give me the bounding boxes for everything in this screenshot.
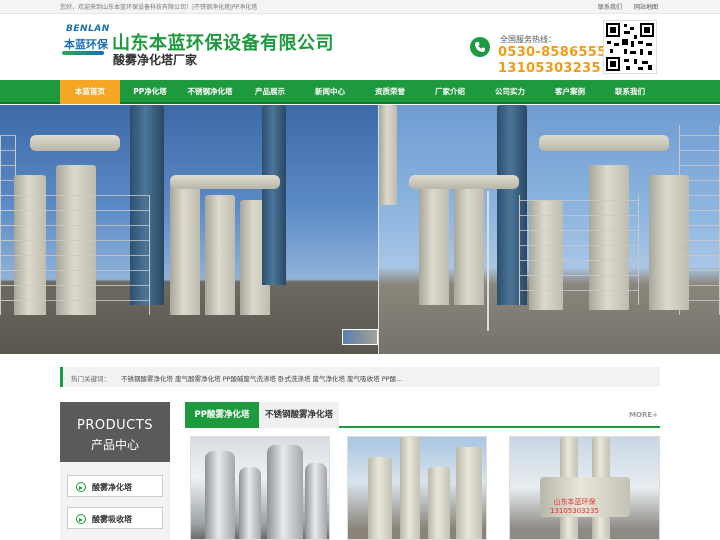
phone-icon (470, 37, 490, 57)
tab-pp-acid-tower[interactable]: PP酸雾净化塔 (185, 402, 259, 428)
product-image-1[interactable] (190, 436, 330, 540)
nav-item-products[interactable]: 产品展示 (240, 80, 300, 104)
sidebar-title-cn: 产品中心 (90, 438, 139, 452)
banner-image-left (0, 105, 378, 354)
products-sidebar-header: PRODUCTS 产品中心 (60, 402, 170, 462)
nav-item-home[interactable]: 本蓝首页 (60, 80, 120, 104)
hot-keywords-label: 热门关键词： (71, 375, 110, 383)
nav-item-about[interactable]: 厂家介绍 (420, 80, 480, 104)
nav-item-strength[interactable]: 公司实力 (480, 80, 540, 104)
nav-item-steel-tower[interactable]: 不锈钢净化塔 (180, 80, 240, 104)
sidebar-item-label: 酸雾吸收塔 (92, 515, 132, 524)
image-watermark: 山东本蓝环保 13105303235 (550, 498, 599, 515)
product-tabs: PP酸雾净化塔 不锈钢酸雾净化塔 MORE+ (185, 402, 660, 428)
banner-slide-indicator[interactable] (342, 329, 378, 345)
circle-arrow-icon (76, 482, 86, 492)
company-subtitle: 酸雾净化塔厂家 (113, 53, 198, 67)
sidebar-title-en: PRODUCTS (77, 418, 153, 433)
nav-item-honors[interactable]: 资质荣誉 (360, 80, 420, 104)
top-links: 联系我们 网站地图 (588, 2, 658, 11)
more-link[interactable]: MORE+ (629, 411, 658, 419)
qr-code-icon (603, 20, 657, 74)
top-link-sitemap[interactable]: 网站地图 (634, 4, 658, 11)
top-link-contact[interactable]: 联系我们 (598, 4, 622, 11)
product-image-2[interactable] (347, 436, 487, 540)
nav-item-contact[interactable]: 联系我们 (600, 80, 660, 104)
products-sidebar: 酸雾净化塔 酸雾吸收塔 (60, 462, 170, 540)
sidebar-item-acid-mist-tower[interactable]: 酸雾净化塔 (67, 475, 163, 497)
hot-keywords-list[interactable]: 不锈钢酸雾净化塔 废气酸雾净化塔 PP酸碱废气洗涤塔 卧式洗涤塔 废气净化塔 废… (121, 373, 402, 383)
logo-text-en: BENLAN (66, 24, 110, 34)
main-nav: 本蓝首页 PP净化塔 不锈钢净化塔 产品展示 新闻中心 资质荣誉 厂家介绍 公司… (0, 80, 720, 104)
welcome-text: 您好，欢迎来到山东本蓝环保设备科技有限公司！|不锈钢净化塔|PP净化塔 (60, 4, 258, 11)
top-bar: 您好，欢迎来到山东本蓝环保设备科技有限公司！|不锈钢净化塔|PP净化塔 联系我们… (0, 0, 720, 14)
nav-item-cases[interactable]: 客户案例 (540, 80, 600, 104)
nav-item-pp-tower[interactable]: PP净化塔 (120, 80, 180, 104)
hot-keywords-bar: 热门关键词： 不锈钢酸雾净化塔 废气酸雾净化塔 PP酸碱废气洗涤塔 卧式洗涤塔 … (60, 367, 660, 387)
nav-item-news[interactable]: 新闻中心 (300, 80, 360, 104)
circle-arrow-icon (76, 514, 86, 524)
logo-text-cn: 本蓝环保 (64, 38, 108, 51)
hotline-phone-2: 13105303235 (498, 61, 601, 76)
tab-steel-acid-tower[interactable]: 不锈钢酸雾净化塔 (259, 402, 339, 428)
logo-swoosh (62, 51, 104, 55)
sidebar-item-acid-mist-absorber[interactable]: 酸雾吸收塔 (67, 507, 163, 529)
hotline-phone-1: 0530-8586555 (498, 45, 607, 60)
product-image-3[interactable]: 山东本蓝环保 13105303235 (509, 436, 660, 540)
banner-image-right (379, 105, 720, 354)
hero-banner[interactable] (0, 105, 720, 354)
hotline-label: 全国服务热线： (500, 35, 556, 44)
company-logo[interactable]: BENLAN 本蓝环保 (62, 24, 109, 62)
sidebar-item-label: 酸雾净化塔 (92, 483, 132, 492)
